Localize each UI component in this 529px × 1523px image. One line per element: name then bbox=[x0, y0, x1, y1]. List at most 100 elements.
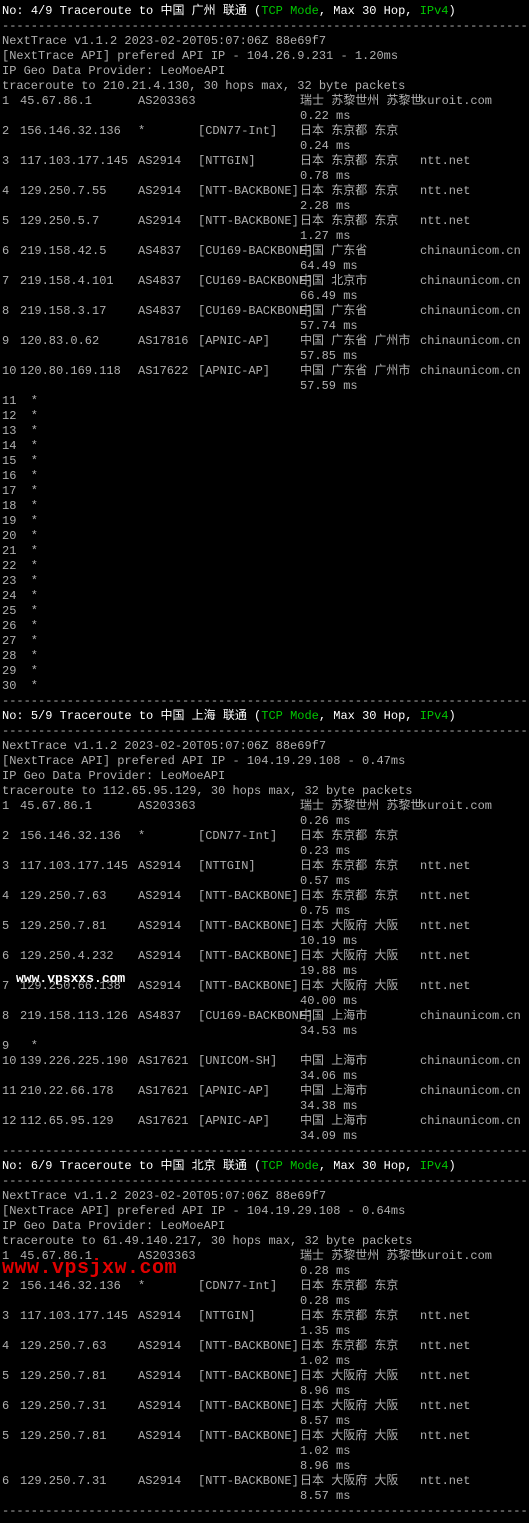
traceroute-line: traceroute to 61.49.140.217, 30 hops max… bbox=[2, 1234, 527, 1249]
hop-latency: 1.02 ms bbox=[2, 1354, 527, 1369]
api-line: [NextTrace API] prefered API IP - 104.26… bbox=[2, 49, 527, 64]
section-header: No: 5/9 Traceroute to 中国 上海 联通 (TCP Mode… bbox=[2, 709, 527, 724]
hop-row: 5 129.250.5.7AS2914[NTT-BACKBONE]日本 东京都 … bbox=[2, 214, 527, 229]
hop-latency: 0.28 ms bbox=[2, 1294, 527, 1309]
hop-latency: 34.53 ms bbox=[2, 1024, 527, 1039]
hop-star: 29 * bbox=[2, 664, 527, 679]
hop-latency: 0.26 ms bbox=[2, 814, 527, 829]
hop-latency: 0.22 ms bbox=[2, 109, 527, 124]
hop-row: 10 139.226.225.190AS17621[UNICOM-SH]中国 上… bbox=[2, 1054, 527, 1069]
hop-row: 4 129.250.7.55AS2914[NTT-BACKBONE]日本 东京都… bbox=[2, 184, 527, 199]
hop-latency: 57.74 ms bbox=[2, 319, 527, 334]
hop-star: 19 * bbox=[2, 514, 527, 529]
hop-star: 24 * bbox=[2, 589, 527, 604]
divider: ----------------------------------------… bbox=[2, 694, 527, 709]
hop-star: 22 * bbox=[2, 559, 527, 574]
hop-row: 9 120.83.0.62AS17816[APNIC-AP]中国 广东省 广州市… bbox=[2, 334, 527, 349]
hop-row: 4 129.250.7.63AS2914[NTT-BACKBONE]日本 东京都… bbox=[2, 1339, 527, 1354]
section-header: No: 4/9 Traceroute to 中国 广州 联通 (TCP Mode… bbox=[2, 4, 527, 19]
hop-latency: 64.49 ms bbox=[2, 259, 527, 274]
hop-latency: 34.09 ms bbox=[2, 1129, 527, 1144]
traceroute-line: traceroute to 112.65.95.129, 30 hops max… bbox=[2, 784, 527, 799]
hop-row: 3 117.103.177.145AS2914[NTTGIN]日本 东京都 东京… bbox=[2, 859, 527, 874]
hop-star: 26 * bbox=[2, 619, 527, 634]
hop-row: 4 129.250.7.63AS2914[NTT-BACKBONE]日本 东京都… bbox=[2, 889, 527, 904]
hop-latency: 57.59 ms bbox=[2, 379, 527, 394]
hop-row: 6 129.250.7.31AS2914[NTT-BACKBONE]日本 大阪府… bbox=[2, 1399, 527, 1414]
divider: ----------------------------------------… bbox=[2, 1174, 527, 1189]
hop-latency: 1.27 ms bbox=[2, 229, 527, 244]
hop-latency: 8.57 ms bbox=[2, 1489, 527, 1504]
hop-star: 23 * bbox=[2, 574, 527, 589]
hop-star: 13 * bbox=[2, 424, 527, 439]
version-line: NextTrace v1.1.2 2023-02-20T05:07:06Z 88… bbox=[2, 1189, 527, 1204]
hop-latency: 40.00 ms bbox=[2, 994, 527, 1009]
api-line: [NextTrace API] prefered API IP - 104.19… bbox=[2, 754, 527, 769]
hop-star: 15 * bbox=[2, 454, 527, 469]
hop-latency: 0.57 ms bbox=[2, 874, 527, 889]
hop-row: 2 156.146.32.136*[CDN77-Int]日本 东京都 东京 bbox=[2, 124, 527, 139]
hop-latency: 8.57 ms bbox=[2, 1414, 527, 1429]
hop-star: 20 * bbox=[2, 529, 527, 544]
hop-row: 6 129.250.7.31AS2914[NTT-BACKBONE]日本 大阪府… bbox=[2, 1474, 527, 1489]
watermark-vpsjxw: www.vpsjxw.com bbox=[2, 1256, 177, 1281]
hop-star: 14 * bbox=[2, 439, 527, 454]
hop-star: 27 * bbox=[2, 634, 527, 649]
divider: ----------------------------------------… bbox=[2, 1504, 527, 1519]
hop-latency: 8.96 ms bbox=[2, 1459, 527, 1474]
hop-star: 30 * bbox=[2, 679, 527, 694]
hop-latency: 1.35 ms bbox=[2, 1324, 527, 1339]
hop-latency: 0.23 ms bbox=[2, 844, 527, 859]
geo-line: IP Geo Data Provider: LeoMoeAPI bbox=[2, 64, 527, 79]
hop-row: 5 129.250.7.81AS2914[NTT-BACKBONE]日本 大阪府… bbox=[2, 1369, 527, 1384]
hop-latency: 66.49 ms bbox=[2, 289, 527, 304]
hop-row: 10 120.80.169.118AS17622[APNIC-AP]中国 广东省… bbox=[2, 364, 527, 379]
hop-row: 3 117.103.177.145AS2914[NTTGIN]日本 东京都 东京… bbox=[2, 154, 527, 169]
hop-row: 8 219.158.113.126AS4837[CU169-BACKBONE]中… bbox=[2, 1009, 527, 1024]
hop-row: 6 219.158.42.5AS4837[CU169-BACKBONE]中国 广… bbox=[2, 244, 527, 259]
api-line: [NextTrace API] prefered API IP - 104.19… bbox=[2, 1204, 527, 1219]
hop-star: 25 * bbox=[2, 604, 527, 619]
hop-star: 11 * bbox=[2, 394, 527, 409]
hop-row: 7 219.158.4.101AS4837[CU169-BACKBONE]中国 … bbox=[2, 274, 527, 289]
hop-latency: 2.28 ms bbox=[2, 199, 527, 214]
hop-row: 11 210.22.66.178AS17621[APNIC-AP]中国 上海市c… bbox=[2, 1084, 527, 1099]
hop-star: 18 * bbox=[2, 499, 527, 514]
hop-latency: 57.85 ms bbox=[2, 349, 527, 364]
divider: ----------------------------------------… bbox=[2, 19, 527, 34]
hop-latency: 34.38 ms bbox=[2, 1099, 527, 1114]
hop-latency: 1.02 ms bbox=[2, 1444, 527, 1459]
divider: ----------------------------------------… bbox=[2, 1144, 527, 1159]
terminal-output: No: 4/9 Traceroute to 中国 广州 联通 (TCP Mode… bbox=[0, 0, 529, 1523]
hop-latency: 8.96 ms bbox=[2, 1384, 527, 1399]
hop-latency: 10.19 ms bbox=[2, 934, 527, 949]
hop-row: 2 156.146.32.136*[CDN77-Int]日本 东京都 东京 bbox=[2, 829, 527, 844]
version-line: NextTrace v1.1.2 2023-02-20T05:07:06Z 88… bbox=[2, 34, 527, 49]
hop-row: 8 219.158.3.17AS4837[CU169-BACKBONE]中国 广… bbox=[2, 304, 527, 319]
hop-row: 2 156.146.32.136*[CDN77-Int]日本 东京都 东京 bbox=[2, 1279, 527, 1294]
hop-row: 5 129.250.7.81AS2914[NTT-BACKBONE]日本 大阪府… bbox=[2, 1429, 527, 1444]
section-header: No: 6/9 Traceroute to 中国 北京 联通 (TCP Mode… bbox=[2, 1159, 527, 1174]
traceroute-line: traceroute to 210.21.4.130, 30 hops max,… bbox=[2, 79, 527, 94]
divider: ----------------------------------------… bbox=[2, 724, 527, 739]
hop-star: 12 * bbox=[2, 409, 527, 424]
geo-line: IP Geo Data Provider: LeoMoeAPI bbox=[2, 1219, 527, 1234]
hop-star: 21 * bbox=[2, 544, 527, 559]
hop-latency: 0.24 ms bbox=[2, 139, 527, 154]
hop-row: 1 45.67.86.1AS203363瑞士 苏黎世州 苏黎世kuroit.co… bbox=[2, 94, 527, 109]
hop-row: 3 117.103.177.145AS2914[NTTGIN]日本 东京都 东京… bbox=[2, 1309, 527, 1324]
hop-row: 12 112.65.95.129AS17621[APNIC-AP]中国 上海市c… bbox=[2, 1114, 527, 1129]
hop-star: 28 * bbox=[2, 649, 527, 664]
hop-latency: 0.78 ms bbox=[2, 169, 527, 184]
hop-latency: 34.06 ms bbox=[2, 1069, 527, 1084]
hop-row: 1 45.67.86.1AS203363瑞士 苏黎世州 苏黎世kuroit.co… bbox=[2, 799, 527, 814]
hop-latency: 0.75 ms bbox=[2, 904, 527, 919]
hop-star: 17 * bbox=[2, 484, 527, 499]
hop-row: 6 129.250.4.232AS2914[NTT-BACKBONE]日本 大阪… bbox=[2, 949, 527, 964]
hop-star: 16 * bbox=[2, 469, 527, 484]
watermark-vpsxxs: www.vpsxxs.com bbox=[16, 971, 125, 987]
hop-row: 9 * bbox=[2, 1039, 527, 1054]
version-line: NextTrace v1.1.2 2023-02-20T05:07:06Z 88… bbox=[2, 739, 527, 754]
geo-line: IP Geo Data Provider: LeoMoeAPI bbox=[2, 769, 527, 784]
hop-row: 5 129.250.7.81AS2914[NTT-BACKBONE]日本 大阪府… bbox=[2, 919, 527, 934]
